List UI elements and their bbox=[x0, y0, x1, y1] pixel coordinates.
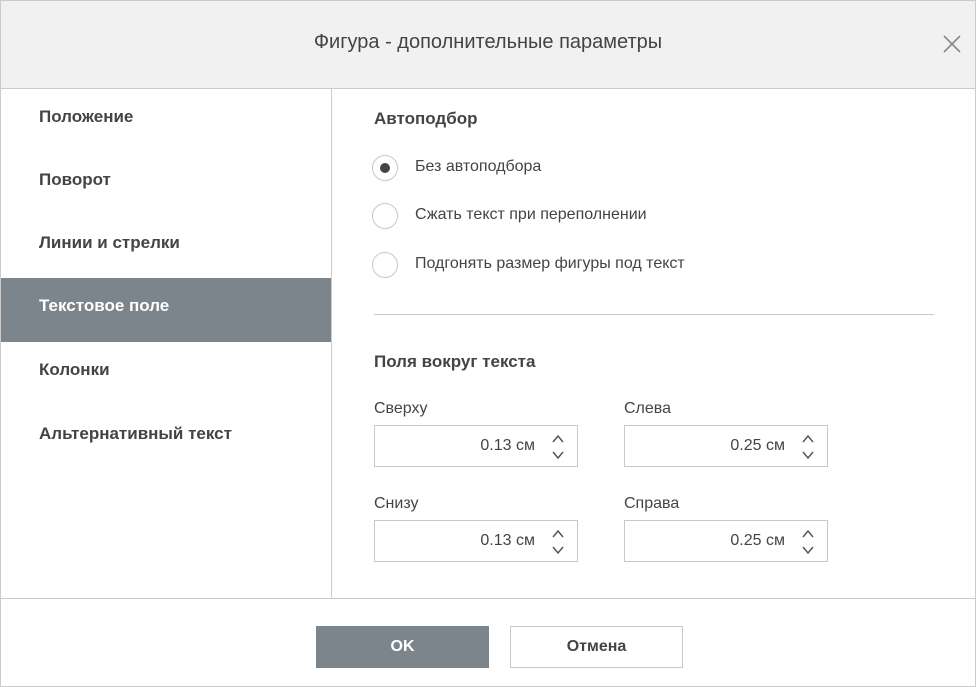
chevron-down-icon[interactable] bbox=[799, 449, 817, 462]
margin-bottom-label: Снизу bbox=[374, 495, 419, 512]
settings-sidebar: Положение Поворот Линии и стрелки Тексто… bbox=[1, 89, 332, 598]
margin-top-spinner[interactable]: 0.13 см bbox=[374, 425, 578, 467]
margin-right-label: Справа bbox=[624, 495, 680, 512]
sidebar-item-label: Поворот bbox=[39, 170, 111, 189]
chevron-up-icon[interactable] bbox=[799, 432, 817, 445]
sidebar-item-label: Положение bbox=[39, 107, 134, 126]
chevron-down-icon[interactable] bbox=[799, 544, 817, 557]
shape-advanced-settings-dialog: Фигура - дополнительные параметры Положе… bbox=[0, 0, 976, 687]
sidebar-item-lines-arrows[interactable]: Линии и стрелки bbox=[1, 215, 331, 279]
margins-section-title: Поля вокруг текста bbox=[374, 352, 536, 371]
radio-button[interactable] bbox=[372, 252, 398, 278]
chevron-up-icon[interactable] bbox=[799, 527, 817, 540]
sidebar-item-label: Текстовое поле bbox=[39, 296, 170, 315]
sidebar-item-label: Колонки bbox=[39, 360, 110, 379]
autofit-section-title: Автоподбор bbox=[374, 109, 478, 128]
chevron-down-icon[interactable] bbox=[549, 449, 567, 462]
spinner-arrows bbox=[549, 527, 567, 557]
margin-top-label: Сверху bbox=[374, 400, 428, 417]
spinner-arrows bbox=[799, 432, 817, 462]
margin-right-value[interactable]: 0.25 см bbox=[730, 532, 785, 550]
radio-label: Без автоподбора bbox=[415, 158, 542, 175]
radio-button[interactable] bbox=[372, 155, 398, 181]
section-divider bbox=[374, 314, 934, 315]
settings-content: Автоподбор Без автоподбора Сжать текст п… bbox=[332, 89, 975, 598]
sidebar-item-rotation[interactable]: Поворот bbox=[1, 152, 331, 216]
radio-button[interactable] bbox=[372, 203, 398, 229]
margin-left-value[interactable]: 0.25 см bbox=[730, 437, 785, 455]
dialog-header: Фигура - дополнительные параметры bbox=[1, 1, 975, 89]
spinner-arrows bbox=[549, 432, 567, 462]
sidebar-item-alt-text[interactable]: Альтернативный текст bbox=[1, 406, 331, 470]
sidebar-item-columns[interactable]: Колонки bbox=[1, 342, 331, 406]
margin-top-value[interactable]: 0.13 см bbox=[480, 437, 535, 455]
chevron-up-icon[interactable] bbox=[549, 527, 567, 540]
sidebar-item-label: Линии и стрелки bbox=[39, 233, 180, 252]
close-button[interactable] bbox=[937, 29, 967, 59]
margin-bottom-spinner[interactable]: 0.13 см bbox=[374, 520, 578, 562]
margin-left-label: Слева bbox=[624, 400, 672, 417]
margin-left-spinner[interactable]: 0.25 см bbox=[624, 425, 828, 467]
sidebar-item-position[interactable]: Положение bbox=[1, 89, 331, 153]
close-icon bbox=[943, 35, 961, 53]
dialog-footer: OK Отмена bbox=[1, 598, 975, 687]
spinner-arrows bbox=[799, 527, 817, 557]
margin-bottom-value[interactable]: 0.13 см bbox=[480, 532, 535, 550]
dialog-title: Фигура - дополнительные параметры bbox=[313, 31, 663, 53]
radio-label: Сжать текст при переполнении bbox=[415, 206, 647, 223]
cancel-button[interactable]: Отмена bbox=[510, 626, 683, 668]
sidebar-item-text-box[interactable]: Текстовое поле bbox=[1, 278, 331, 342]
radio-label: Подгонять размер фигуры под текст bbox=[415, 255, 685, 272]
margin-right-spinner[interactable]: 0.25 см bbox=[624, 520, 828, 562]
chevron-down-icon[interactable] bbox=[549, 544, 567, 557]
sidebar-item-label: Альтернативный текст bbox=[39, 424, 232, 443]
chevron-up-icon[interactable] bbox=[549, 432, 567, 445]
ok-button[interactable]: OK bbox=[316, 626, 489, 668]
